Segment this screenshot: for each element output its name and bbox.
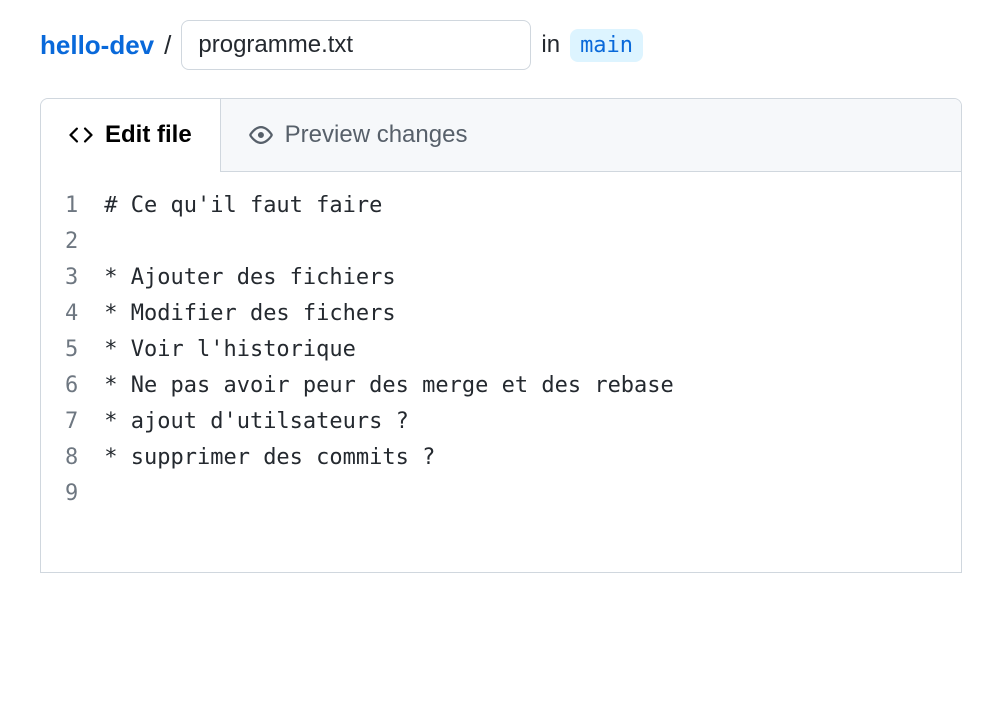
- code-editor[interactable]: 123456789 # Ce qu'il faut faire * Ajouter…: [41, 172, 961, 572]
- tab-preview-label: Preview changes: [285, 121, 468, 149]
- code-content[interactable]: # Ce qu'il faut faire * Ajouter des fichi…: [96, 188, 961, 556]
- code-line[interactable]: # Ce qu'il faut faire: [104, 188, 961, 224]
- code-line[interactable]: * supprimer des commits ?: [104, 440, 961, 476]
- line-numbers: 123456789: [41, 188, 96, 556]
- code-line[interactable]: * Ne pas avoir peur des merge et des reb…: [104, 368, 961, 404]
- tab-edit-file[interactable]: Edit file: [41, 99, 221, 172]
- line-number: 7: [65, 404, 78, 440]
- code-icon: [69, 123, 93, 147]
- eye-icon: [249, 123, 273, 147]
- in-label: in: [541, 31, 560, 59]
- branch-badge: main: [570, 29, 643, 62]
- breadcrumb: hello-dev / in main: [40, 20, 962, 70]
- code-line[interactable]: * Voir l'historique: [104, 332, 961, 368]
- line-number: 3: [65, 260, 78, 296]
- line-number: 1: [65, 188, 78, 224]
- filename-input[interactable]: [181, 20, 531, 70]
- line-number: 2: [65, 224, 78, 260]
- code-line[interactable]: * Modifier des fichers: [104, 296, 961, 332]
- code-line[interactable]: [104, 476, 961, 512]
- line-number: 8: [65, 440, 78, 476]
- line-number: 6: [65, 368, 78, 404]
- editor-container: Edit file Preview changes 123456789 # Ce…: [40, 98, 962, 573]
- code-line[interactable]: [104, 224, 961, 260]
- breadcrumb-separator: /: [164, 30, 171, 61]
- code-line[interactable]: * ajout d'utilsateurs ?: [104, 404, 961, 440]
- tab-preview-changes[interactable]: Preview changes: [221, 99, 496, 171]
- tabs: Edit file Preview changes: [41, 99, 961, 172]
- tab-edit-label: Edit file: [105, 121, 192, 149]
- line-number: 9: [65, 476, 78, 512]
- line-number: 4: [65, 296, 78, 332]
- repo-link[interactable]: hello-dev: [40, 30, 154, 61]
- code-line[interactable]: * Ajouter des fichiers: [104, 260, 961, 296]
- line-number: 5: [65, 332, 78, 368]
